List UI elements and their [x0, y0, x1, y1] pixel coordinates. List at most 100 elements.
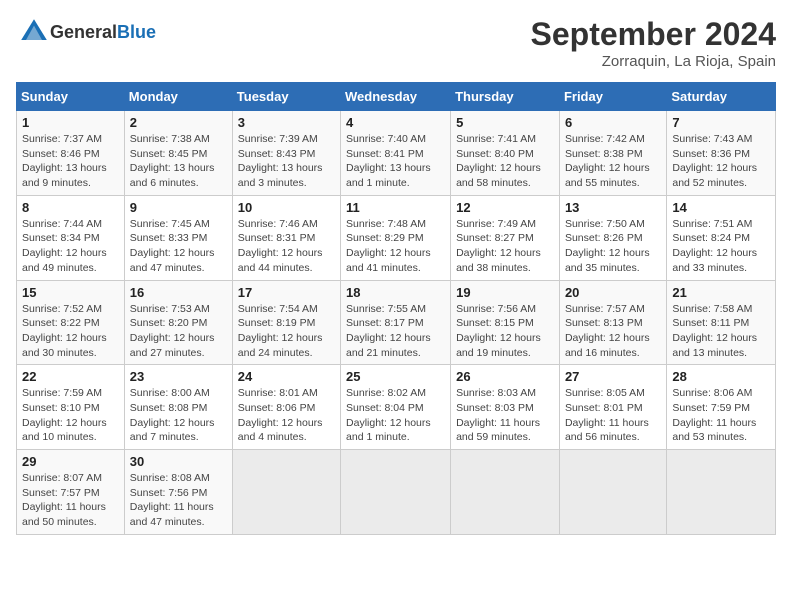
day-detail: Sunrise: 8:05 AMSunset: 8:01 PMDaylight:…: [565, 386, 661, 445]
calendar-cell: 30 Sunrise: 8:08 AMSunset: 7:56 PMDayligh…: [124, 450, 232, 535]
calendar-cell: 10Sunrise: 7:46 AMSunset: 8:31 PMDayligh…: [232, 195, 340, 280]
calendar-cell: 4 Sunrise: 7:40 AMSunset: 8:41 PMDaylight…: [341, 111, 451, 196]
day-number: 3: [238, 115, 335, 130]
calendar-cell: 13 Sunrise: 7:50 AMSunset: 8:26 PMDayligh…: [559, 195, 666, 280]
weekday-header-monday: Monday: [124, 83, 232, 111]
day-number: 29: [22, 454, 119, 469]
weekday-header-wednesday: Wednesday: [341, 83, 451, 111]
day-number: 15: [22, 285, 119, 300]
weekday-header-tuesday: Tuesday: [232, 83, 340, 111]
day-number: 30: [130, 454, 227, 469]
logo-blue: Blue: [117, 22, 156, 42]
calendar-cell: 3Sunrise: 7:39 AMSunset: 8:43 PMDaylight…: [232, 111, 340, 196]
location: Zorraquin, La Rioja, Spain: [531, 53, 776, 70]
weekday-header-row: SundayMondayTuesdayWednesdayThursdayFrid…: [17, 83, 776, 111]
day-number: 26: [456, 369, 554, 384]
day-number: 21: [672, 285, 770, 300]
calendar-cell: 26Sunrise: 8:03 AMSunset: 8:03 PMDayligh…: [451, 365, 560, 450]
day-detail: Sunrise: 8:00 AMSunset: 8:08 PMDaylight:…: [130, 386, 227, 445]
day-detail: Sunrise: 7:45 AMSunset: 8:33 PMDaylight:…: [130, 217, 227, 276]
calendar-cell: [341, 450, 451, 535]
calendar-cell: 9 Sunrise: 7:45 AMSunset: 8:33 PMDaylight…: [124, 195, 232, 280]
calendar-cell: 24 Sunrise: 8:01 AMSunset: 8:06 PMDayligh…: [232, 365, 340, 450]
calendar-cell: 8 Sunrise: 7:44 AMSunset: 8:34 PMDaylight…: [17, 195, 125, 280]
day-detail: Sunrise: 7:59 AMSunset: 8:10 PMDaylight:…: [22, 386, 119, 445]
day-detail: Sunrise: 7:56 AMSunset: 8:15 PMDaylight:…: [456, 302, 554, 361]
day-detail: Sunrise: 7:57 AMSunset: 8:13 PMDaylight:…: [565, 302, 661, 361]
calendar-cell: 21 Sunrise: 7:58 AMSunset: 8:11 PMDayligh…: [667, 280, 776, 365]
calendar-cell: 16 Sunrise: 7:53 AMSunset: 8:20 PMDayligh…: [124, 280, 232, 365]
calendar-cell: [232, 450, 340, 535]
day-detail: Sunrise: 7:50 AMSunset: 8:26 PMDaylight:…: [565, 217, 661, 276]
calendar-cell: 2 Sunrise: 7:38 AMSunset: 8:45 PMDaylight…: [124, 111, 232, 196]
day-number: 9: [130, 200, 227, 215]
day-detail: Sunrise: 7:54 AMSunset: 8:19 PMDaylight:…: [238, 302, 335, 361]
calendar-cell: 25 Sunrise: 8:02 AMSunset: 8:04 PMDayligh…: [341, 365, 451, 450]
calendar-cell: 1Sunrise: 7:37 AMSunset: 8:46 PMDaylight…: [17, 111, 125, 196]
day-detail: Sunrise: 8:08 AMSunset: 7:56 PMDaylight:…: [130, 471, 227, 530]
calendar-cell: 28 Sunrise: 8:06 AMSunset: 7:59 PMDayligh…: [667, 365, 776, 450]
day-detail: Sunrise: 8:06 AMSunset: 7:59 PMDaylight:…: [672, 386, 770, 445]
day-number: 18: [346, 285, 445, 300]
calendar-cell: [559, 450, 666, 535]
day-detail: Sunrise: 7:53 AMSunset: 8:20 PMDaylight:…: [130, 302, 227, 361]
day-detail: Sunrise: 8:01 AMSunset: 8:06 PMDaylight:…: [238, 386, 335, 445]
calendar-cell: 17 Sunrise: 7:54 AMSunset: 8:19 PMDayligh…: [232, 280, 340, 365]
day-detail: Sunrise: 7:52 AMSunset: 8:22 PMDaylight:…: [22, 302, 119, 361]
page-header: GeneralBlue September 2024 Zorraquin, La…: [16, 16, 776, 70]
calendar-cell: 27Sunrise: 8:05 AMSunset: 8:01 PMDayligh…: [559, 365, 666, 450]
day-number: 5: [456, 115, 554, 130]
calendar-cell: 14 Sunrise: 7:51 AMSunset: 8:24 PMDayligh…: [667, 195, 776, 280]
day-number: 6: [565, 115, 661, 130]
day-detail: Sunrise: 7:46 AMSunset: 8:31 PMDaylight:…: [238, 217, 335, 276]
day-number: 2: [130, 115, 227, 130]
day-detail: Sunrise: 7:43 AMSunset: 8:36 PMDaylight:…: [672, 132, 770, 191]
weekday-header-friday: Friday: [559, 83, 666, 111]
day-number: 4: [346, 115, 445, 130]
day-number: 28: [672, 369, 770, 384]
day-detail: Sunrise: 7:37 AMSunset: 8:46 PMDaylight:…: [22, 132, 119, 191]
day-detail: Sunrise: 7:42 AMSunset: 8:38 PMDaylight:…: [565, 132, 661, 191]
calendar-cell: 23Sunrise: 8:00 AMSunset: 8:08 PMDayligh…: [124, 365, 232, 450]
month-year: September 2024: [531, 16, 776, 53]
day-number: 22: [22, 369, 119, 384]
calendar-cell: 15 Sunrise: 7:52 AMSunset: 8:22 PMDayligh…: [17, 280, 125, 365]
day-detail: Sunrise: 7:44 AMSunset: 8:34 PMDaylight:…: [22, 217, 119, 276]
weekday-header-saturday: Saturday: [667, 83, 776, 111]
calendar-table: SundayMondayTuesdayWednesdayThursdayFrid…: [16, 82, 776, 535]
day-detail: Sunrise: 7:38 AMSunset: 8:45 PMDaylight:…: [130, 132, 227, 191]
day-number: 20: [565, 285, 661, 300]
logo-general: General: [50, 22, 117, 42]
day-number: 11: [346, 200, 445, 215]
calendar-week-row: 22 Sunrise: 7:59 AMSunset: 8:10 PMDayligh…: [17, 365, 776, 450]
day-detail: Sunrise: 7:51 AMSunset: 8:24 PMDaylight:…: [672, 217, 770, 276]
day-detail: Sunrise: 7:40 AMSunset: 8:41 PMDaylight:…: [346, 132, 445, 191]
day-detail: Sunrise: 7:58 AMSunset: 8:11 PMDaylight:…: [672, 302, 770, 361]
day-number: 25: [346, 369, 445, 384]
weekday-header-thursday: Thursday: [451, 83, 560, 111]
calendar-cell: 12Sunrise: 7:49 AMSunset: 8:27 PMDayligh…: [451, 195, 560, 280]
day-number: 24: [238, 369, 335, 384]
day-number: 17: [238, 285, 335, 300]
day-number: 7: [672, 115, 770, 130]
calendar-week-row: 29Sunrise: 8:07 AMSunset: 7:57 PMDayligh…: [17, 450, 776, 535]
day-number: 14: [672, 200, 770, 215]
day-detail: Sunrise: 8:02 AMSunset: 8:04 PMDaylight:…: [346, 386, 445, 445]
calendar-week-row: 8 Sunrise: 7:44 AMSunset: 8:34 PMDaylight…: [17, 195, 776, 280]
logo-icon: [18, 16, 50, 48]
calendar-week-row: 1Sunrise: 7:37 AMSunset: 8:46 PMDaylight…: [17, 111, 776, 196]
day-detail: Sunrise: 7:49 AMSunset: 8:27 PMDaylight:…: [456, 217, 554, 276]
day-detail: Sunrise: 7:41 AMSunset: 8:40 PMDaylight:…: [456, 132, 554, 191]
day-number: 13: [565, 200, 661, 215]
calendar-cell: [451, 450, 560, 535]
calendar-week-row: 15 Sunrise: 7:52 AMSunset: 8:22 PMDayligh…: [17, 280, 776, 365]
day-number: 16: [130, 285, 227, 300]
day-number: 8: [22, 200, 119, 215]
day-detail: Sunrise: 7:55 AMSunset: 8:17 PMDaylight:…: [346, 302, 445, 361]
calendar-cell: 7 Sunrise: 7:43 AMSunset: 8:36 PMDaylight…: [667, 111, 776, 196]
calendar-cell: [667, 450, 776, 535]
weekday-header-sunday: Sunday: [17, 83, 125, 111]
calendar-cell: 6 Sunrise: 7:42 AMSunset: 8:38 PMDaylight…: [559, 111, 666, 196]
calendar-cell: 20 Sunrise: 7:57 AMSunset: 8:13 PMDayligh…: [559, 280, 666, 365]
calendar-cell: 11Sunrise: 7:48 AMSunset: 8:29 PMDayligh…: [341, 195, 451, 280]
